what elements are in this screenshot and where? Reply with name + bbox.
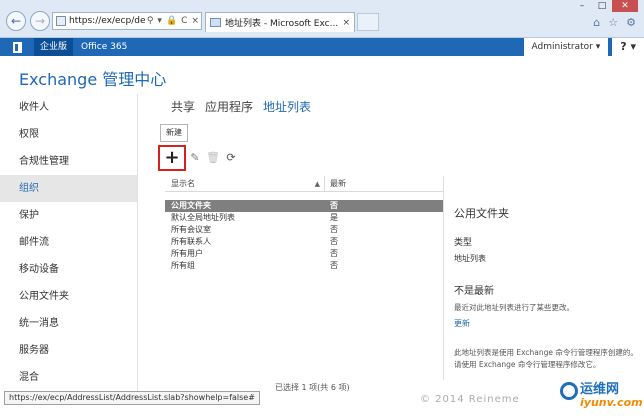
cell-latest: 否 (330, 201, 338, 210)
address-url[interactable]: https://ex/ecp/default.a (69, 16, 145, 26)
details-type-value: 地址列表 (454, 254, 486, 263)
nav-item-mail-flow[interactable]: 邮件流 (0, 229, 137, 256)
nav-item-compliance[interactable]: 合规性管理 (0, 148, 137, 175)
table-row[interactable]: 所有联系人 否 (165, 236, 443, 248)
nav-item-mobile[interactable]: 移动设备 (0, 256, 137, 283)
nav-item-protection[interactable]: 保护 (0, 202, 137, 229)
details-status-text: 最近对此地址列表进行了某些更改。 (454, 303, 574, 312)
cell-name: 所有会议室 (171, 225, 211, 234)
cell-latest: 否 (330, 261, 338, 270)
tab-title: 地址列表 - Microsoft Exc... (225, 19, 339, 29)
minimize-button[interactable]: – (572, 0, 592, 12)
new-tooltip: 新建 (160, 124, 188, 142)
office-logo-icon (10, 40, 24, 54)
browser-toolbar-icons: ⌂ ☆ ⚙ (593, 16, 636, 29)
cell-latest: 是 (330, 213, 338, 222)
refresh-icon[interactable]: C (179, 16, 189, 26)
tab-apps[interactable]: 应用程序 (205, 98, 253, 115)
user-menu[interactable]: Administrator ▾ (523, 38, 609, 56)
help-menu[interactable]: ? ▾ (612, 38, 644, 56)
forward-arrow-icon: → (34, 14, 46, 28)
cell-latest: 否 (330, 237, 338, 246)
ecp-top-bar: 企业版 Office 365 Administrator ▾ ? ▾ (0, 38, 644, 56)
refresh-icon[interactable]: ⟳ (222, 145, 240, 171)
table-row[interactable]: 公用文件夹 否 (165, 200, 443, 212)
details-type-label: 类型 (454, 238, 473, 248)
new-tab-button[interactable] (357, 13, 379, 31)
maximize-button[interactable]: □ (592, 0, 612, 12)
favorites-star-icon[interactable]: ☆ (608, 16, 618, 29)
grid-divider (443, 176, 444, 380)
sub-tabs: 共享 应用程序 地址列表 (171, 98, 311, 115)
lock-icon[interactable]: 🔒 (164, 16, 179, 26)
details-title: 公用文件夹 (454, 207, 509, 220)
forward-button[interactable]: → (30, 11, 50, 31)
cell-name: 默认全局地址列表 (171, 213, 235, 222)
tab-close-icon[interactable]: × (338, 18, 354, 28)
details-note: 此地址列表是使用 Exchange 命令行管理程序创建的。请使用 Exchang… (454, 348, 638, 369)
topbar-right: Administrator ▾ ? ▾ (523, 38, 644, 56)
page-icon (56, 16, 66, 26)
home-icon[interactable]: ⌂ (593, 16, 600, 29)
cell-name: 所有联系人 (171, 237, 211, 246)
column-header-latest[interactable]: 最新 (325, 176, 443, 191)
delete-trash-icon[interactable]: 🗑 (204, 145, 222, 171)
nav-item-hybrid[interactable]: 混合 (0, 364, 137, 391)
details-status-heading: 不是最新 (454, 286, 494, 297)
update-link[interactable]: 更新 (454, 318, 639, 329)
cell-latest: 否 (330, 225, 338, 234)
watermark-en: iyunv.com (580, 396, 643, 409)
left-nav: 收件人 权限 合规性管理 组织 保护 邮件流 移动设备 公用文件夹 统一消息 服… (0, 94, 138, 394)
grid-header: 显示名 ▲ 最新 (165, 176, 443, 192)
add-button[interactable]: + (158, 145, 186, 171)
details-pane: 公用文件夹 类型 地址列表 不是最新 最近对此地址列表进行了某些更改。 更新 此… (454, 205, 639, 371)
browser-tab[interactable]: 地址列表 - Microsoft Exc... × (205, 12, 355, 32)
watermark-logo-icon (560, 382, 578, 400)
site-watermark: 运维网 iyunv.com (560, 378, 643, 414)
nav-item-unified-messaging[interactable]: 统一消息 (0, 310, 137, 337)
back-button[interactable]: ← (6, 11, 26, 31)
table-row[interactable]: 所有用户 否 (165, 248, 443, 260)
nav-item-permissions[interactable]: 权限 (0, 121, 137, 148)
back-arrow-icon: ← (10, 14, 22, 28)
tab-page-icon (210, 18, 221, 27)
nav-item-public-folders[interactable]: 公用文件夹 (0, 283, 137, 310)
browser-chrome: ← → https://ex/ecp/default.a ⚲ ▾ 🔒 C × 地… (0, 0, 644, 38)
dropdown-icon[interactable]: ▾ (155, 16, 164, 26)
column-header-name[interactable]: 显示名 ▲ (165, 176, 325, 191)
app-title: Exchange 管理中心 (19, 70, 167, 89)
cell-name: 所有组 (171, 261, 195, 270)
table-row[interactable]: 所有会议室 否 (165, 224, 443, 236)
close-window-button[interactable]: ✕ (612, 0, 638, 12)
tab-address-lists[interactable]: 地址列表 (263, 98, 311, 115)
cell-name: 所有用户 (171, 249, 203, 258)
stop-icon[interactable]: × (189, 16, 201, 26)
edit-pencil-icon[interactable]: ✎ (186, 145, 204, 171)
sort-ascending-icon: ▲ (314, 180, 320, 188)
search-icon[interactable]: ⚲ (145, 16, 156, 26)
enterprise-link[interactable]: 企业版 (34, 38, 74, 56)
selection-count: 已选择 1 项(共 6 项) (275, 383, 350, 392)
cell-latest: 否 (330, 249, 338, 258)
watermark-cn: 运维网 (580, 382, 620, 397)
address-bar[interactable]: https://ex/ecp/default.a ⚲ ▾ 🔒 C × (52, 12, 202, 30)
address-list-grid: 显示名 ▲ 最新 公用文件夹 否 默认全局地址列表 是 所有会议室 否 所有联系人… (165, 176, 443, 376)
table-row[interactable]: 默认全局地址列表 是 (165, 212, 443, 224)
table-row[interactable]: 所有组 否 (165, 260, 443, 272)
nav-item-organization[interactable]: 组织 (0, 175, 137, 202)
window-controls: – □ ✕ (572, 0, 638, 12)
nav-item-recipients[interactable]: 收件人 (0, 94, 137, 121)
cell-name: 公用文件夹 (171, 201, 211, 210)
status-bar-url: https://ex/ecp/AddressList/AddressList.s… (4, 391, 260, 405)
settings-gear-icon[interactable]: ⚙ (626, 16, 636, 29)
office365-link[interactable]: Office 365 (73, 38, 135, 56)
nav-item-servers[interactable]: 服务器 (0, 337, 137, 364)
copyright-watermark: © 2014 Reineme (420, 394, 520, 405)
tab-sharing[interactable]: 共享 (171, 98, 195, 115)
grid-toolbar: + ✎ 🗑 ⟳ (158, 145, 240, 171)
